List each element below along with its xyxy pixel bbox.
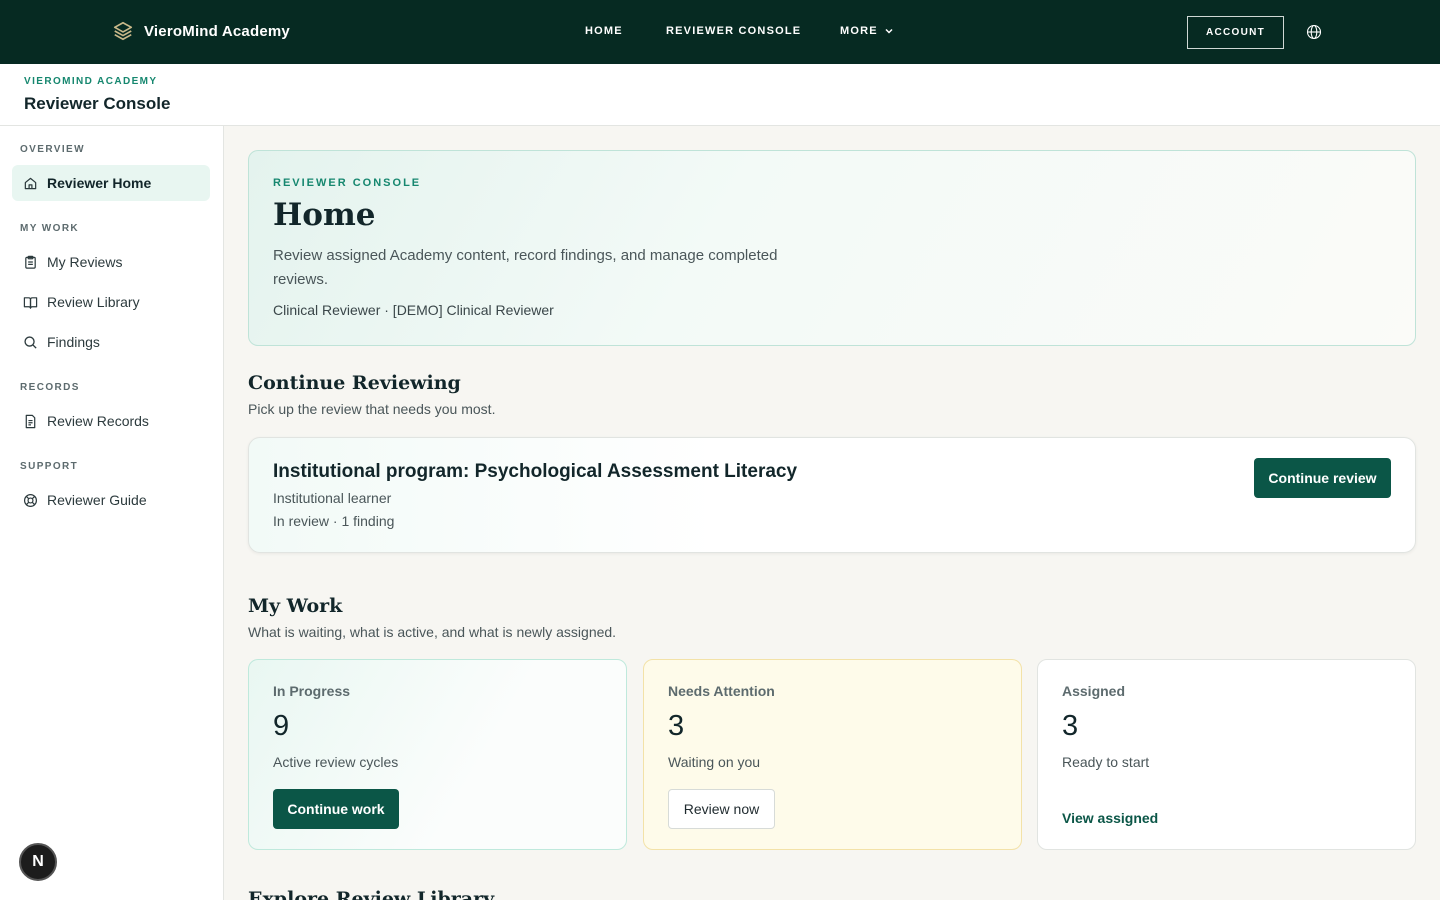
subheader-title: Reviewer Console [24,94,171,113]
hero-eyebrow: REVIEWER CONSOLE [273,177,422,189]
sidebar-item-label: My Reviews [47,254,123,270]
my-work-subtitle: What is waiting, what is active, and wha… [248,624,617,640]
sidebar-item-reviewer-guide[interactable]: Reviewer Guide [12,482,210,518]
globe-icon[interactable] [1306,24,1322,40]
stat-value: 3 [1062,710,1079,742]
continue-review-card: Institutional program: Psychological Ass… [248,437,1416,553]
book-icon [23,296,38,309]
nav-more-label: MORE [840,25,878,37]
review-program-title: Institutional program: Psychological Ass… [273,461,798,482]
review-status: In review · 1 finding [273,513,395,529]
sidebar-item-label: Findings [47,334,100,350]
account-button[interactable]: ACCOUNT [1187,16,1284,49]
review-learner: Institutional learner [273,490,392,506]
sidebar-item-reviewer-home[interactable]: Reviewer Home [12,165,210,201]
stat-label: Needs Attention [668,683,775,699]
view-assigned-link[interactable]: View assigned [1062,810,1158,826]
continue-work-button[interactable]: Continue work [273,789,399,829]
hero-panel: REVIEWER CONSOLE Home Review assigned Ac… [248,150,1416,346]
sidebar-item-review-records[interactable]: Review Records [12,403,210,439]
stat-value: 9 [273,710,290,742]
brand-name: VieroMind Academy [144,22,290,40]
continue-review-button[interactable]: Continue review [1254,458,1391,498]
explore-library-heading: Explore Review Library [248,888,495,900]
stat-card-assigned: Assigned 3 Ready to start View assigned [1037,659,1416,850]
lifebuoy-icon [23,493,38,507]
chevron-down-icon [885,28,893,34]
brand-link[interactable]: VieroMind Academy [112,20,290,42]
subheader-eyebrow: VIEROMIND ACADEMY [24,76,158,87]
search-icon [24,335,37,349]
sidebar-item-label: Review Library [47,294,140,310]
continue-reviewing-heading: Continue Reviewing [248,372,461,394]
stat-value: 3 [668,710,685,742]
reviewer-role: Clinical Reviewer · [DEMO] Clinical Revi… [273,302,554,318]
dev-tools-badge[interactable]: N [19,843,57,881]
sidebar-item-my-reviews[interactable]: My Reviews [12,244,210,280]
sidebar-section-my-work: MY WORK [20,223,80,234]
home-icon [24,177,37,189]
sidebar-section-support: SUPPORT [20,461,79,472]
sidebar-item-label: Review Records [47,413,149,429]
nav-more-dropdown[interactable]: MORE [840,25,894,37]
stat-card-needs-attention: Needs Attention 3 Waiting on you Review … [643,659,1022,850]
continue-reviewing-subtitle: Pick up the review that needs you most. [248,401,496,417]
layers-logo-icon [113,21,133,41]
sidebar: OVERVIEW Reviewer Home MY WORK My Review… [0,126,224,900]
sidebar-item-label: Reviewer Guide [47,492,147,508]
page-subheader: VIEROMIND ACADEMY Reviewer Console [0,64,1440,126]
review-now-button[interactable]: Review now [668,789,775,829]
sidebar-section-overview: OVERVIEW [20,144,85,155]
stat-card-in-progress: In Progress 9 Active review cycles Conti… [248,659,627,850]
stat-description: Active review cycles [273,754,399,770]
document-icon [25,414,36,428]
nav-reviewer-console-link[interactable]: REVIEWER CONSOLE [666,25,801,37]
sidebar-section-records: RECORDS [20,382,80,393]
sidebar-item-findings[interactable]: Findings [12,324,210,360]
stat-description: Ready to start [1062,754,1150,770]
clipboard-icon [25,255,36,269]
page-title: Home [273,197,376,233]
hero-description: Review assigned Academy content, record … [273,247,778,288]
sidebar-item-label: Reviewer Home [47,175,152,191]
stat-label: In Progress [273,683,351,699]
stat-description: Waiting on you [668,754,761,770]
stat-label: Assigned [1062,683,1126,699]
sidebar-item-review-library[interactable]: Review Library [12,284,210,320]
my-work-heading: My Work [248,595,343,617]
top-navigation-bar: VieroMind Academy HOME REVIEWER CONSOLE … [0,0,1440,64]
nav-home-link[interactable]: HOME [585,25,623,37]
